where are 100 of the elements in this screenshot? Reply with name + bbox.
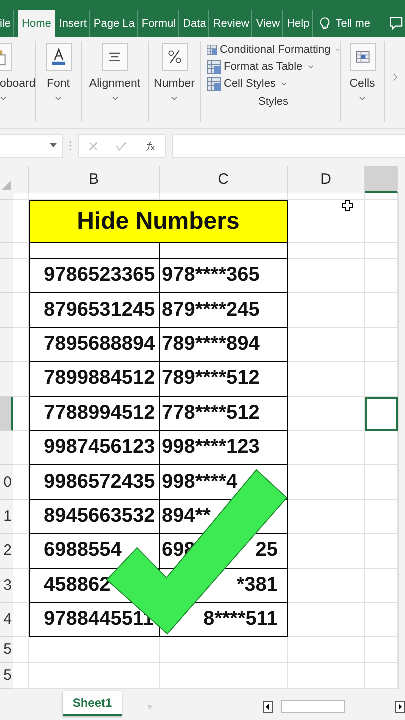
grid-cell[interactable] xyxy=(29,637,160,664)
table-style-icon xyxy=(207,77,221,91)
grid-cell[interactable] xyxy=(13,637,29,664)
table-cell: 879****245 xyxy=(162,298,260,322)
grid-cell[interactable] xyxy=(13,465,29,500)
grid-cell[interactable] xyxy=(13,430,29,466)
sheet-tab[interactable]: Sheet1 xyxy=(62,691,122,716)
cancel-icon[interactable] xyxy=(88,140,99,152)
grid-cell[interactable] xyxy=(13,259,29,294)
enter-check-icon[interactable] xyxy=(116,140,128,152)
table-style-icon xyxy=(207,43,218,57)
grid-cell[interactable] xyxy=(160,663,288,690)
styles-menu-button[interactable]: Conditional Formatting xyxy=(207,43,340,57)
scroll-left-icon[interactable] xyxy=(263,700,274,713)
row-header[interactable]: 2 xyxy=(0,534,13,569)
horizontal-scrollbar[interactable] xyxy=(263,700,405,714)
group-label: Font xyxy=(46,78,70,90)
grid-cell[interactable] xyxy=(288,534,365,569)
column-header[interactable] xyxy=(365,166,398,193)
dropdown-arrow-icon xyxy=(50,143,57,148)
grid-cell[interactable] xyxy=(288,465,365,500)
grid-cell[interactable] xyxy=(288,293,365,328)
grid-cell[interactable] xyxy=(29,663,160,690)
column-header[interactable]: C xyxy=(160,166,288,193)
grid-cell[interactable] xyxy=(288,663,365,690)
grid-cell[interactable] xyxy=(288,259,365,294)
row-header[interactable]: 5 xyxy=(0,637,13,664)
table-cell: 894** xyxy=(162,504,211,528)
table-cell: 7788994512 xyxy=(29,396,160,431)
grid-cell[interactable] xyxy=(288,637,365,664)
ribbon-button[interactable] xyxy=(102,43,128,71)
table-cell: 998****123 xyxy=(162,436,260,460)
title-cell: Hide Numbers xyxy=(29,200,288,243)
group-label: Styles xyxy=(258,96,288,108)
grid-cell[interactable] xyxy=(288,362,365,397)
cells-icon xyxy=(354,48,372,66)
group-label: oboard xyxy=(0,78,36,90)
caret-icon xyxy=(359,96,366,101)
percent-icon xyxy=(166,48,184,66)
group-label: Alignment xyxy=(89,78,141,90)
row-header[interactable]: 5 xyxy=(0,663,13,690)
row-header[interactable]: 0 xyxy=(0,465,13,500)
grid-cell[interactable] xyxy=(288,568,365,603)
table-cell: 9986572435 xyxy=(29,465,160,500)
styles-menu-button[interactable]: Format as Table xyxy=(207,60,340,74)
grid-cell[interactable] xyxy=(13,663,29,690)
styles-menu-button[interactable]: Cell Styles xyxy=(207,77,340,91)
grid-cell[interactable] xyxy=(13,328,29,362)
group-label: Number xyxy=(154,78,195,90)
grid-cell[interactable] xyxy=(288,602,365,638)
row-header[interactable] xyxy=(0,396,13,431)
column-header[interactable]: B xyxy=(29,166,160,193)
row-header[interactable]: 4 xyxy=(0,602,13,638)
font-color-icon xyxy=(50,48,68,66)
caret-icon xyxy=(308,65,314,69)
formula-input[interactable] xyxy=(172,134,405,158)
grid-cell[interactable] xyxy=(160,637,288,664)
grid-cell[interactable] xyxy=(13,568,29,603)
grid-cell[interactable] xyxy=(13,500,29,534)
grid-cell[interactable] xyxy=(288,396,365,431)
chevron-right-icon[interactable] xyxy=(393,73,398,82)
selected-cell[interactable] xyxy=(365,396,398,431)
grid-cell[interactable] xyxy=(13,534,29,569)
grid-cell[interactable] xyxy=(288,500,365,534)
table-cell: 778****512 xyxy=(162,402,260,425)
grid-cell[interactable] xyxy=(288,243,365,259)
ribbon-button[interactable] xyxy=(162,43,188,71)
table-cell: 789****894 xyxy=(162,332,260,356)
grid-cell[interactable] xyxy=(13,362,29,397)
caret-icon xyxy=(280,82,287,86)
ribbon-button[interactable] xyxy=(46,43,72,71)
caret-icon xyxy=(0,96,7,101)
lightbulb-icon[interactable] xyxy=(320,16,330,30)
table-cell: 8796531245 xyxy=(29,293,160,328)
group-label: Cells xyxy=(350,78,376,90)
scroll-right-icon[interactable] xyxy=(395,700,405,713)
grid-cell[interactable] xyxy=(288,328,365,362)
row-header[interactable]: 3 xyxy=(0,568,13,603)
grid-cell[interactable] xyxy=(288,200,365,243)
drag-handle-icon[interactable] xyxy=(69,140,72,152)
function-icon[interactable] xyxy=(145,140,156,152)
grid-cell[interactable] xyxy=(13,602,29,638)
grid-cell[interactable] xyxy=(13,193,29,200)
grid-cell[interactable] xyxy=(13,396,29,431)
comment-icon[interactable] xyxy=(390,17,403,30)
grid-cell[interactable] xyxy=(288,430,365,466)
ribbon-tab[interactable]: Home xyxy=(18,10,56,37)
grid-cell[interactable] xyxy=(13,293,29,328)
name-box[interactable] xyxy=(0,134,63,158)
cell-cursor-icon xyxy=(342,200,354,212)
select-all-icon[interactable] xyxy=(2,181,11,190)
table-cell: 998****4 xyxy=(162,470,238,494)
tell-me-search[interactable]: Tell me xyxy=(336,18,371,30)
grid-cell[interactable] xyxy=(288,193,365,200)
grid-cell[interactable] xyxy=(13,243,29,259)
scroll-thumb[interactable] xyxy=(281,700,346,714)
table-cell-text: 25 xyxy=(256,539,279,562)
row-header[interactable]: 1 xyxy=(0,500,13,534)
table-cell-text: 8****511 xyxy=(203,608,279,632)
table-cell: 8945663532 xyxy=(29,500,160,534)
